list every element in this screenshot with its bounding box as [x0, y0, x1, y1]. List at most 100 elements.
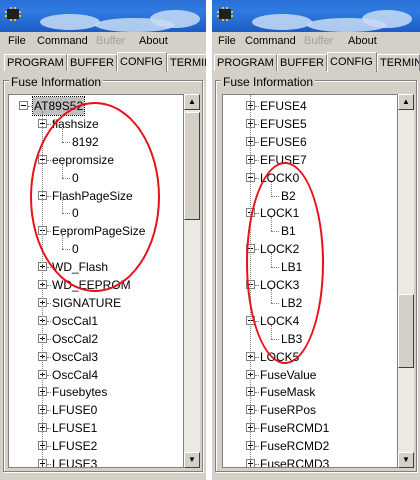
tree-connector [62, 213, 70, 215]
tab-buffer[interactable]: BUFFER [277, 54, 327, 71]
tree-connector [271, 231, 279, 233]
tree-node[interactable]: WD_Flash [9, 258, 183, 276]
tree-node[interactable]: OscCal3 [9, 348, 183, 366]
tree-node[interactable]: OscCal2 [9, 330, 183, 348]
tree-node-label[interactable]: flashsize [52, 115, 99, 133]
tree-node[interactable]: AT89S52 [9, 96, 183, 116]
tree-node[interactable]: EepromPageSize [9, 222, 183, 240]
tree-node-label[interactable]: LB2 [281, 294, 302, 312]
fuse-tree[interactable]: AT89S52 flashsize 8192 eepromsize 0 FlashPage… [8, 94, 184, 468]
tree-node-label[interactable]: SIGNATURE [52, 294, 121, 312]
tree-node-label[interactable]: WD_EEPROM [52, 276, 131, 294]
tree-node-label[interactable]: LB1 [281, 258, 302, 276]
tab-config[interactable]: CONFIG [327, 52, 377, 72]
tree-node[interactable]: 0 [9, 204, 183, 222]
menu-about[interactable]: About [348, 35, 377, 47]
tree-connector [47, 320, 51, 322]
tree-connector [255, 141, 259, 143]
scroll-down-icon[interactable]: ▼ [184, 452, 200, 468]
menu-command[interactable]: Command [245, 35, 296, 47]
scroll-thumb[interactable] [184, 112, 200, 220]
tree-node-label[interactable]: 8192 [72, 133, 99, 151]
tree-node-label[interactable]: LFUSE0 [52, 401, 97, 419]
tree-node-label[interactable]: WD_Flash [52, 258, 108, 276]
scroll-up-icon[interactable]: ▲ [184, 94, 200, 110]
vertical-scrollbar[interactable]: ▲ ▼ [398, 94, 414, 468]
tab-buffer[interactable]: BUFFER [67, 54, 117, 71]
tree-node[interactable]: FlashPageSize [9, 187, 183, 205]
tree-node-label[interactable]: LFUSE1 [52, 419, 97, 437]
collapse-minus-icon[interactable] [19, 101, 28, 110]
tree-node-label[interactable]: FuseValue [260, 366, 316, 384]
menu-file[interactable]: File [218, 35, 236, 47]
tree-node-label[interactable]: LOCK1 [260, 204, 299, 222]
tree-connector [255, 410, 259, 412]
tree-node[interactable]: WD_EEPROM [9, 276, 183, 294]
tree-node[interactable]: flashsize [9, 115, 183, 133]
tab-config[interactable]: CONFIG [117, 52, 167, 72]
tree-node-label[interactable]: Fusebytes [52, 383, 107, 401]
chip-icon[interactable] [4, 5, 22, 23]
tab-program[interactable]: PROGRAM [214, 54, 277, 71]
tree-node-label[interactable]: LFUSE3 [52, 455, 97, 467]
tree-node-label[interactable]: OscCal1 [52, 312, 98, 330]
chip-icon[interactable] [216, 5, 234, 23]
tree-node-label[interactable]: FuseRCMD3 [260, 455, 329, 467]
menu-about[interactable]: About [139, 35, 168, 47]
tree-node[interactable]: 0 [9, 169, 183, 187]
tree-connector [255, 320, 259, 322]
tree-node-label[interactable]: EFUSE5 [260, 115, 307, 133]
tree-node[interactable]: Fusebytes [9, 383, 183, 401]
tree-connector [47, 338, 51, 340]
tree-node-label[interactable]: OscCal3 [52, 348, 98, 366]
tab-program[interactable]: PROGRAM [4, 54, 67, 71]
tree-node-label[interactable]: LOCK2 [260, 240, 299, 258]
menu-command[interactable]: Command [37, 35, 88, 47]
tree-node[interactable]: SIGNATURE [9, 294, 183, 312]
tree-node-label[interactable]: 0 [72, 240, 79, 258]
tree-guide [271, 324, 272, 339]
tree-node[interactable]: LFUSE3 [9, 455, 183, 467]
vertical-scrollbar[interactable]: ▲ ▼ [184, 94, 200, 468]
scroll-down-icon[interactable]: ▼ [398, 452, 414, 468]
tab-terminal[interactable]: TERMINA [377, 54, 420, 71]
tree-node-label[interactable]: B1 [281, 222, 296, 240]
tree-node-label[interactable]: LOCK0 [260, 169, 299, 187]
tree-node-label[interactable]: LFUSE2 [52, 437, 97, 455]
tree-node-label[interactable]: AT89S52 [31, 96, 86, 116]
tab-terminal[interactable]: TERMIN [167, 54, 206, 71]
tree-node-label[interactable]: FlashPageSize [52, 187, 133, 205]
fuse-tree[interactable]: EFUSE4 EFUSE5 EFUSE6 EFUSE7 LOCK0 B2 LOCK1 B1 LO… [222, 94, 398, 468]
tree-node[interactable]: 8192 [9, 133, 183, 151]
tree-node-label[interactable]: 0 [72, 169, 79, 187]
tree-connector [47, 195, 51, 197]
tree-node-label[interactable]: 0 [72, 204, 79, 222]
tree-node[interactable]: OscCal4 [9, 366, 183, 384]
tree-node[interactable]: LFUSE2 [9, 437, 183, 455]
tree-node-label[interactable]: OscCal2 [52, 330, 98, 348]
tree-node-label[interactable]: LOCK4 [260, 312, 299, 330]
tree-node-label[interactable]: FuseMask [260, 383, 315, 401]
tree-node[interactable]: OscCal1 [9, 312, 183, 330]
scroll-thumb[interactable] [398, 294, 414, 368]
tree-connector [62, 249, 70, 251]
tree-node-label[interactable]: LB3 [281, 330, 302, 348]
menu-file[interactable]: File [8, 35, 26, 47]
tree-node-label[interactable]: LOCK3 [260, 276, 299, 294]
tree-node-label[interactable]: OscCal4 [52, 366, 98, 384]
tree-node[interactable]: 0 [9, 240, 183, 258]
tree-node-label[interactable]: EepromPageSize [52, 222, 145, 240]
tree-node-label[interactable]: FuseRCMD2 [260, 437, 329, 455]
tree-node-label[interactable]: B2 [281, 187, 296, 205]
tree-node[interactable]: LFUSE0 [9, 401, 183, 419]
tree-node-label[interactable]: LOCK5 [260, 348, 299, 366]
tree-node-label[interactable]: EFUSE7 [260, 151, 307, 169]
tree-connector [255, 446, 259, 448]
tree-node-label[interactable]: FuseRPos [260, 401, 316, 419]
tree-node-label[interactable]: EFUSE6 [260, 133, 307, 151]
tree-node[interactable]: eepromsize [9, 151, 183, 169]
scroll-up-icon[interactable]: ▲ [398, 94, 414, 110]
tree-node[interactable]: LFUSE1 [9, 419, 183, 437]
tree-node-label[interactable]: FuseRCMD1 [260, 419, 329, 437]
tree-node-label[interactable]: EFUSE4 [260, 97, 307, 115]
